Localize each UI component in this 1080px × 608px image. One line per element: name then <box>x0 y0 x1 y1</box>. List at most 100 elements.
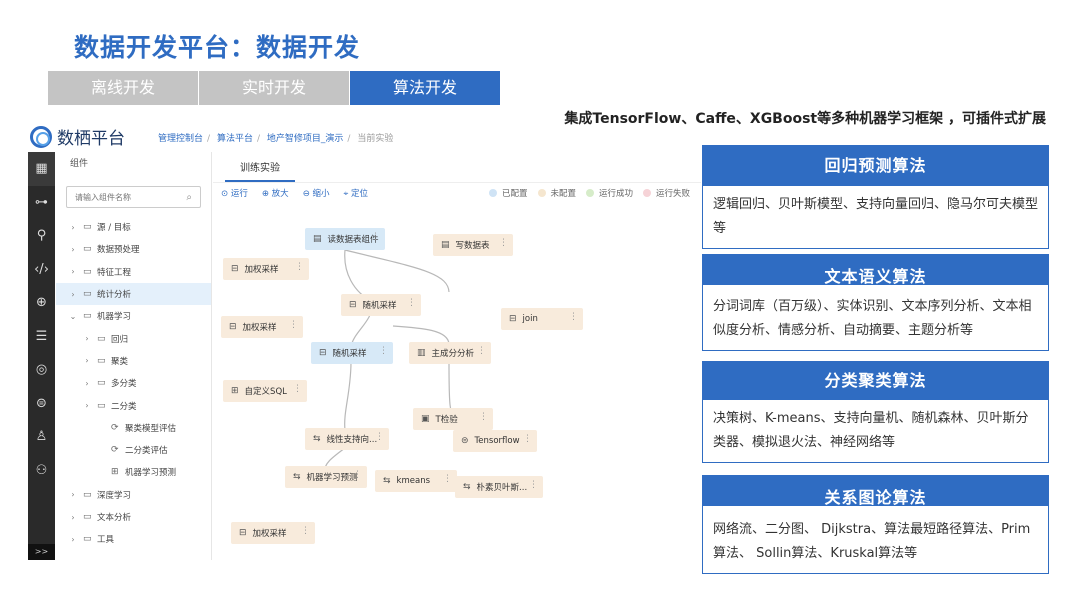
canvas-node[interactable]: ⊟ 加权采样 ⋮ <box>223 258 309 280</box>
chevron-down-icon[interactable]: ⌄ <box>68 312 78 321</box>
folder-icon: ▭ <box>97 333 106 344</box>
card-body: 逻辑回归、贝叶斯模型、支持向量回归、隐马尔可夫模型等 <box>713 197 1039 236</box>
node-label: 随机采样 <box>332 349 367 359</box>
tree-item[interactable]: › ▭ 文本分析 <box>56 506 211 528</box>
node-menu-icon[interactable]: ⋮ <box>479 412 488 422</box>
stamp-icon[interactable]: ♙ <box>28 420 55 454</box>
node-menu-icon[interactable]: ⋮ <box>569 312 578 322</box>
node-menu-icon[interactable]: ⋮ <box>523 434 532 444</box>
node-menu-icon[interactable]: ⋮ <box>375 432 384 442</box>
tree-item[interactable]: › ▭ 特征工程 <box>56 261 211 283</box>
icon-sidebar: ▦ ⊶ ⚲ ‹/› ⊕ ☰ ◎ ⊜ ♙ ⚇ >> <box>28 152 55 560</box>
globe-icon[interactable]: ◎ <box>28 353 55 387</box>
tree-item[interactable]: › ▭ 统计分析 <box>56 282 211 306</box>
tree-item-label: 统计分析 <box>97 290 132 301</box>
node-menu-icon[interactable]: ⋮ <box>301 526 310 536</box>
folder-icon: ▭ <box>83 266 92 277</box>
code-icon[interactable]: ‹/› <box>28 253 55 287</box>
node-menu-icon[interactable]: ⋮ <box>379 346 388 356</box>
tree-item[interactable]: ⟳ 聚类模型评估 <box>56 417 211 439</box>
node-menu-icon[interactable]: ⋮ <box>477 346 486 356</box>
list-icon[interactable]: ⊜ <box>28 387 55 421</box>
node-label: 加权采样 <box>244 265 279 275</box>
brand[interactable]: 数栖平台 <box>30 124 125 149</box>
canvas-node[interactable]: ⊜ Tensorflow ⋮ <box>453 430 537 452</box>
node-menu-icon[interactable]: ⋮ <box>295 262 304 272</box>
tree-item-label: 多分类 <box>111 379 137 390</box>
canvas-node[interactable]: ⊞ 自定义SQL ⋮ <box>223 380 307 402</box>
canvas-node[interactable]: ▣ T检验 ⋮ <box>413 408 493 430</box>
tree-item[interactable]: › ▭ 深度学习 <box>56 484 211 506</box>
tree-item[interactable]: ⊞ 机器学习预测 <box>56 461 211 483</box>
canvas-node[interactable]: ⊟ 随机采样 ⋮ <box>341 294 421 316</box>
node-menu-icon[interactable]: ⋮ <box>443 474 452 484</box>
node-menu-icon[interactable]: ⋮ <box>353 470 362 480</box>
node-label: 朴素贝叶斯... <box>476 483 528 493</box>
canvas-node[interactable]: ▤ 读数据表组件 ⋮ <box>305 228 385 250</box>
chevron-right-icon[interactable]: › <box>82 379 92 388</box>
node-menu-icon[interactable]: ⋮ <box>529 480 538 490</box>
expand-sidebar-button[interactable]: >> <box>28 544 55 560</box>
canvas-node[interactable]: ⇆ 朴素贝叶斯... ⋮ <box>455 476 543 498</box>
chevron-right-icon[interactable]: › <box>68 267 78 276</box>
chevron-right-icon[interactable]: › <box>68 245 78 254</box>
node-menu-icon[interactable]: ⋮ <box>289 320 298 330</box>
flow-icon[interactable]: ⚲ <box>28 219 55 253</box>
database-icon[interactable]: ☰ <box>28 320 55 354</box>
node-menu-icon[interactable]: ⋮ <box>407 298 416 308</box>
canvas-node[interactable]: ▤ 写数据表 ⋮ <box>433 234 513 256</box>
canvas-node[interactable]: ⇆ 机器学习预测 ⋮ <box>285 466 367 488</box>
node-label: 随机采样 <box>362 301 397 311</box>
logo-icon <box>30 125 52 148</box>
tree-item[interactable]: ⌄ ▭ 机器学习 <box>56 305 211 327</box>
breadcrumb-item[interactable]: 地产智修项目_演示 <box>267 134 344 144</box>
canvas-node[interactable]: ⊟ 加权采样 ⋮ <box>231 522 315 544</box>
grid-icon[interactable]: ▦ <box>28 152 55 186</box>
tree-item[interactable]: › ▭ 数据预处理 <box>56 238 211 260</box>
canvas-node[interactable]: ⊟ join ⋮ <box>501 308 583 330</box>
canvas-node[interactable]: ▥ 主成分分析 ⋮ <box>409 342 491 364</box>
chevron-right-icon[interactable]: › <box>68 535 78 544</box>
breadcrumb-item[interactable]: 算法平台 <box>217 134 253 144</box>
predict-icon: ⊞ <box>111 467 119 478</box>
chevron-right-icon[interactable]: › <box>82 356 92 365</box>
node-label: join <box>522 314 538 324</box>
chevron-right-icon[interactable]: › <box>68 290 78 299</box>
breadcrumb-separator: / <box>256 134 260 144</box>
dev-tabs: 离线开发 实时开发 算法开发 <box>48 71 501 105</box>
tree-item[interactable]: › ▭ 工具 <box>56 528 211 550</box>
node-menu-icon[interactable]: ⋮ <box>499 238 508 248</box>
chevron-right-icon[interactable]: › <box>82 401 92 410</box>
table-icon: ▤ <box>313 234 322 244</box>
node-menu-icon[interactable]: ⋮ <box>371 232 380 242</box>
chevron-right-icon[interactable]: › <box>68 490 78 499</box>
canvas-node[interactable]: ⇆ 线性支持向... ⋮ <box>305 428 389 450</box>
test-icon: ▣ <box>421 414 430 424</box>
chevron-right-icon[interactable]: › <box>68 513 78 522</box>
card-text-semantics: 文本语义算法 分词词库（百万级）、实体识别、文本序列分析、文本相似度分析、情感分… <box>702 254 1049 351</box>
share-icon[interactable]: ⊶ <box>28 186 55 220</box>
users-icon[interactable]: ⚇ <box>28 454 55 488</box>
canvas-node[interactable]: ⇆ kmeans ⋮ <box>375 470 457 492</box>
canvas-node[interactable]: ⊟ 加权采样 ⋮ <box>221 316 303 338</box>
tree-item[interactable]: › ▭ 多分类 <box>56 372 211 394</box>
tab-offline-dev[interactable]: 离线开发 <box>48 71 198 105</box>
node-label: 线性支持向... <box>326 435 378 445</box>
breadcrumb-item[interactable]: 管理控制台 <box>158 134 203 144</box>
chevron-right-icon[interactable]: › <box>68 223 78 232</box>
tree-item[interactable]: › ▭ 源 / 目标 <box>56 216 211 238</box>
component-search-input[interactable] <box>75 192 175 202</box>
tree-item[interactable]: ⟳ 二分类评估 <box>56 439 211 461</box>
tree-item[interactable]: › ▭ 二分类 <box>56 394 211 416</box>
card-graph-theory: 关系图论算法 网络流、二分图、 Dijkstra、算法最短路径算法、Prim算法… <box>702 475 1049 574</box>
tab-realtime-dev[interactable]: 实时开发 <box>199 71 349 105</box>
chevron-right-icon[interactable]: › <box>82 334 92 343</box>
node-menu-icon[interactable]: ⋮ <box>293 384 302 394</box>
tree-item[interactable]: › ▭ 聚类 <box>56 350 211 372</box>
canvas-node[interactable]: ⊟ 随机采样 ⋮ <box>311 342 393 364</box>
tab-algorithm-dev[interactable]: 算法开发 <box>350 71 500 105</box>
card-title: 文本语义算法 <box>703 255 1048 285</box>
tree-item[interactable]: › ▭ 回归 <box>56 327 211 349</box>
search-icon[interactable]: ⌕ <box>186 192 192 203</box>
robot-icon[interactable]: ⊕ <box>28 286 55 320</box>
